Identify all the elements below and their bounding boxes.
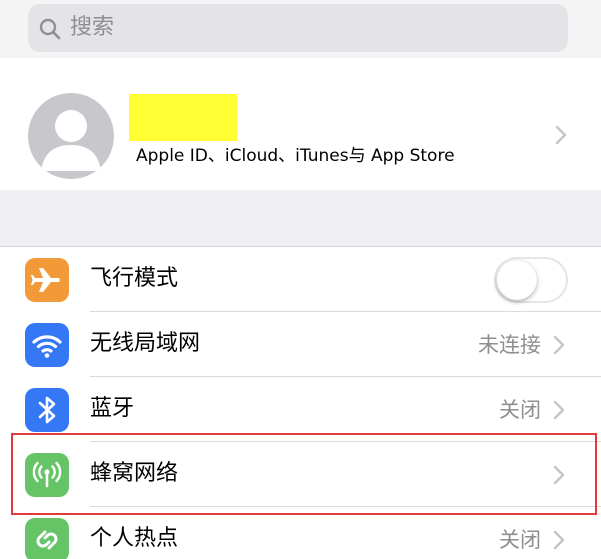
airplane-mode-toggle[interactable] [494, 257, 568, 303]
settings-row-value: 关闭 [499, 528, 541, 552]
settings-row-cellular[interactable]: 蜂窝网络 [0, 442, 601, 507]
avatar [28, 93, 114, 179]
airplane-icon [25, 258, 69, 302]
settings-screen: 搜索 Apple ID、iCloud、iTunes与 App Store 飞行模… [0, 0, 601, 559]
chevron-right-icon [553, 335, 565, 355]
cellular-antenna-icon [25, 453, 69, 497]
hotspot-link-icon [25, 518, 69, 559]
apple-id-row[interactable]: Apple ID、iCloud、iTunes与 App Store [0, 58, 601, 190]
search-placeholder: 搜索 [70, 15, 115, 40]
settings-row-airplane-mode: 飞行模式 [0, 247, 601, 312]
wifi-icon [25, 323, 69, 367]
search-field[interactable]: 搜索 [28, 4, 568, 52]
settings-row-label: 蓝牙 [90, 396, 135, 421]
person-silhouette-icon [41, 110, 101, 171]
connectivity-settings-group: 飞行模式 无线局域网 未连接 蓝牙 关闭 蜂窝网络 个人热点 关闭 [0, 246, 601, 559]
apple-id-subtitle: Apple ID、iCloud、iTunes与 App Store [136, 146, 455, 166]
account-name-redacted [129, 94, 237, 141]
chevron-right-icon [553, 465, 565, 485]
settings-row-wlan[interactable]: 无线局域网 未连接 [0, 312, 601, 377]
chevron-right-icon [555, 125, 567, 145]
settings-row-label: 蜂窝网络 [90, 461, 179, 486]
toggle-knob [497, 260, 537, 300]
settings-row-label: 个人热点 [90, 526, 179, 551]
settings-row-label: 无线局域网 [90, 331, 201, 356]
settings-row-value: 未连接 [478, 333, 541, 357]
search-area: 搜索 [0, 0, 601, 58]
settings-row-bluetooth[interactable]: 蓝牙 关闭 [0, 377, 601, 442]
chevron-right-icon [553, 400, 565, 420]
bluetooth-icon [25, 388, 69, 432]
settings-row-personal-hotspot[interactable]: 个人热点 关闭 [0, 507, 601, 559]
chevron-right-icon [553, 530, 565, 550]
settings-row-label: 飞行模式 [90, 266, 179, 291]
search-icon [39, 18, 61, 40]
settings-row-value: 关闭 [499, 398, 541, 422]
